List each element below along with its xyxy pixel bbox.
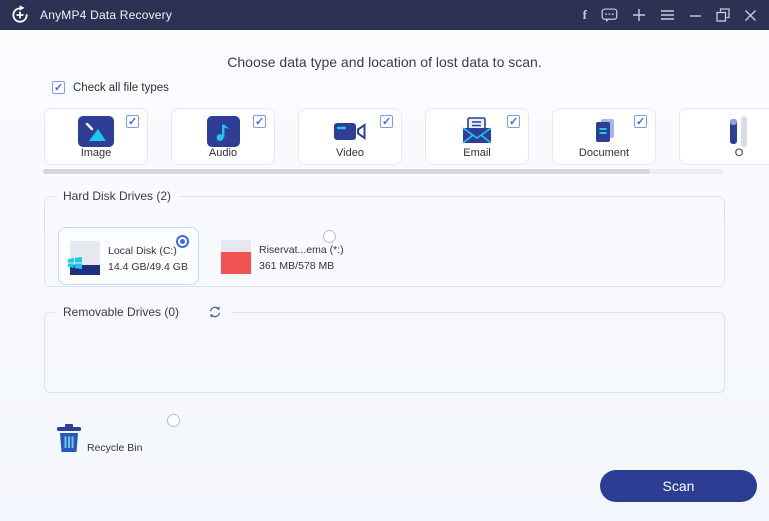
drive-reserved-disk-icon	[221, 240, 251, 274]
app-logo-icon	[10, 5, 30, 25]
hard-disk-drives-section: Hard Disk Drives (2) Local Disk (C:) 14.…	[44, 189, 725, 287]
scan-button[interactable]: Scan	[600, 470, 757, 502]
drive-c-disk-icon	[68, 241, 100, 275]
minimize-icon[interactable]	[689, 9, 702, 22]
audio-checkbox[interactable]	[253, 115, 266, 128]
file-type-card-others-partial[interactable]: O	[679, 108, 769, 165]
recycle-bin-radio[interactable]	[167, 414, 180, 427]
drive-name: Riservat...ema (*:)	[259, 244, 344, 256]
windows-flag-icon	[68, 256, 82, 274]
check-all-label: Check all file types	[73, 81, 169, 94]
file-type-label: O	[734, 147, 744, 159]
drive-name: Local Disk (C:)	[108, 245, 177, 257]
file-type-label: Audio	[208, 147, 238, 159]
file-type-card-video[interactable]: Video	[298, 108, 402, 165]
check-all-checkbox[interactable]	[52, 81, 65, 94]
check-all-file-types[interactable]: Check all file types	[52, 81, 169, 94]
facebook-icon[interactable]: f	[583, 7, 587, 23]
menu-icon[interactable]	[660, 9, 675, 21]
titlebar: AnyMP4 Data Recovery f	[0, 0, 769, 30]
recycle-bin-label: Recycle Bin	[87, 442, 143, 454]
drive-reserved-radio[interactable]	[323, 230, 336, 243]
file-type-cards: Image Audio	[0, 108, 769, 165]
feedback-bubble-icon[interactable]	[601, 7, 618, 23]
close-icon[interactable]	[744, 9, 757, 22]
restore-icon[interactable]	[716, 8, 730, 22]
video-checkbox[interactable]	[380, 115, 393, 128]
file-type-label: Email	[463, 147, 491, 159]
plus-icon[interactable]	[632, 8, 646, 22]
hard-disk-drives-title: Hard Disk Drives (2)	[63, 189, 172, 203]
others-icon	[680, 116, 769, 147]
titlebar-controls: f	[583, 0, 757, 30]
image-checkbox[interactable]	[126, 115, 139, 128]
cards-scrollbar-track[interactable]	[43, 169, 723, 174]
page-title: Choose data type and location of lost da…	[227, 54, 542, 70]
removable-drives-section: Removable Drives (0)	[44, 304, 725, 393]
drive-capacity: 14.4 GB/49.4 GB	[108, 261, 188, 273]
drive-c-radio[interactable]	[176, 235, 189, 248]
cards-scrollbar-thumb[interactable]	[43, 169, 650, 174]
file-type-card-document[interactable]: Document	[552, 108, 656, 165]
file-type-card-audio[interactable]: Audio	[171, 108, 275, 165]
file-type-card-email[interactable]: Email	[425, 108, 529, 165]
file-type-card-image[interactable]: Image	[44, 108, 148, 165]
recycle-bin-icon[interactable]	[56, 424, 82, 458]
refresh-icon[interactable]	[207, 304, 223, 320]
window-title: AnyMP4 Data Recovery	[40, 8, 173, 22]
file-type-label: Video	[336, 147, 364, 159]
email-checkbox[interactable]	[507, 115, 520, 128]
file-type-label: Image	[80, 147, 112, 159]
app-window: AnyMP4 Data Recovery f Choose data type …	[0, 0, 769, 521]
file-type-label: Document	[578, 147, 630, 159]
removable-drives-title: Removable Drives (0)	[63, 305, 180, 319]
drive-capacity: 361 MB/578 MB	[259, 260, 335, 272]
document-checkbox[interactable]	[634, 115, 647, 128]
drive-local-disk-c[interactable]: Local Disk (C:) 14.4 GB/49.4 GB	[58, 227, 199, 285]
